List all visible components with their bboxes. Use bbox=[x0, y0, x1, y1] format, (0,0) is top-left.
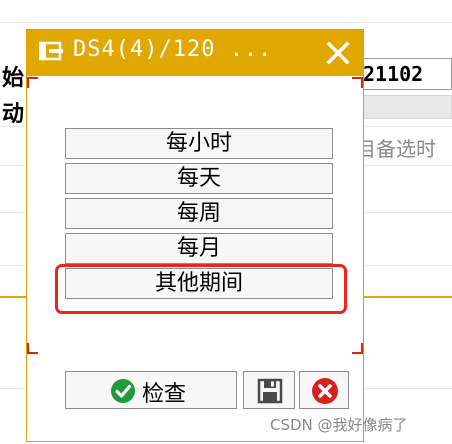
bg-value-field[interactable]: 21102 bbox=[356, 58, 452, 90]
cancel-icon bbox=[312, 378, 338, 404]
option-weekly-button[interactable]: 每周 bbox=[65, 198, 333, 229]
frame-corner-top-left bbox=[27, 77, 38, 88]
cancel-button[interactable] bbox=[299, 371, 349, 409]
dialog-titlebar[interactable]: DS4(4)/120 ... bbox=[27, 30, 363, 76]
option-monthly-button[interactable]: 每月 bbox=[65, 233, 333, 264]
option-other-period-button[interactable]: 其他期间 bbox=[65, 268, 333, 299]
close-icon[interactable] bbox=[325, 40, 351, 66]
option-daily-button[interactable]: 每天 bbox=[65, 163, 333, 194]
dialog-title: DS4(4)/120 ... bbox=[73, 37, 273, 62]
watermark-text: CSDN @我好像病了 bbox=[270, 416, 408, 434]
frame-corner-top-right bbox=[352, 77, 363, 88]
option-hourly-button[interactable]: 每小时 bbox=[65, 128, 333, 159]
window-icon bbox=[39, 41, 63, 61]
bg-divider bbox=[0, 22, 452, 23]
check-button[interactable]: 检查 bbox=[65, 371, 237, 409]
bg-label-action: 动 bbox=[2, 102, 25, 127]
period-dialog: DS4(4)/120 ... 每小时 每天 每周 每月 其他期间 检查 bbox=[26, 29, 364, 442]
bg-hint-text: 目备选时 bbox=[356, 137, 436, 161]
save-button[interactable] bbox=[243, 371, 295, 409]
bg-label-start: 始 bbox=[2, 66, 25, 91]
frame-corner-bottom-right bbox=[352, 343, 363, 354]
frame-corner-bottom-left bbox=[27, 343, 38, 354]
save-icon bbox=[257, 378, 283, 404]
bg-grey-field bbox=[356, 95, 452, 119]
check-icon bbox=[111, 379, 135, 403]
check-label: 检查 bbox=[142, 382, 187, 407]
